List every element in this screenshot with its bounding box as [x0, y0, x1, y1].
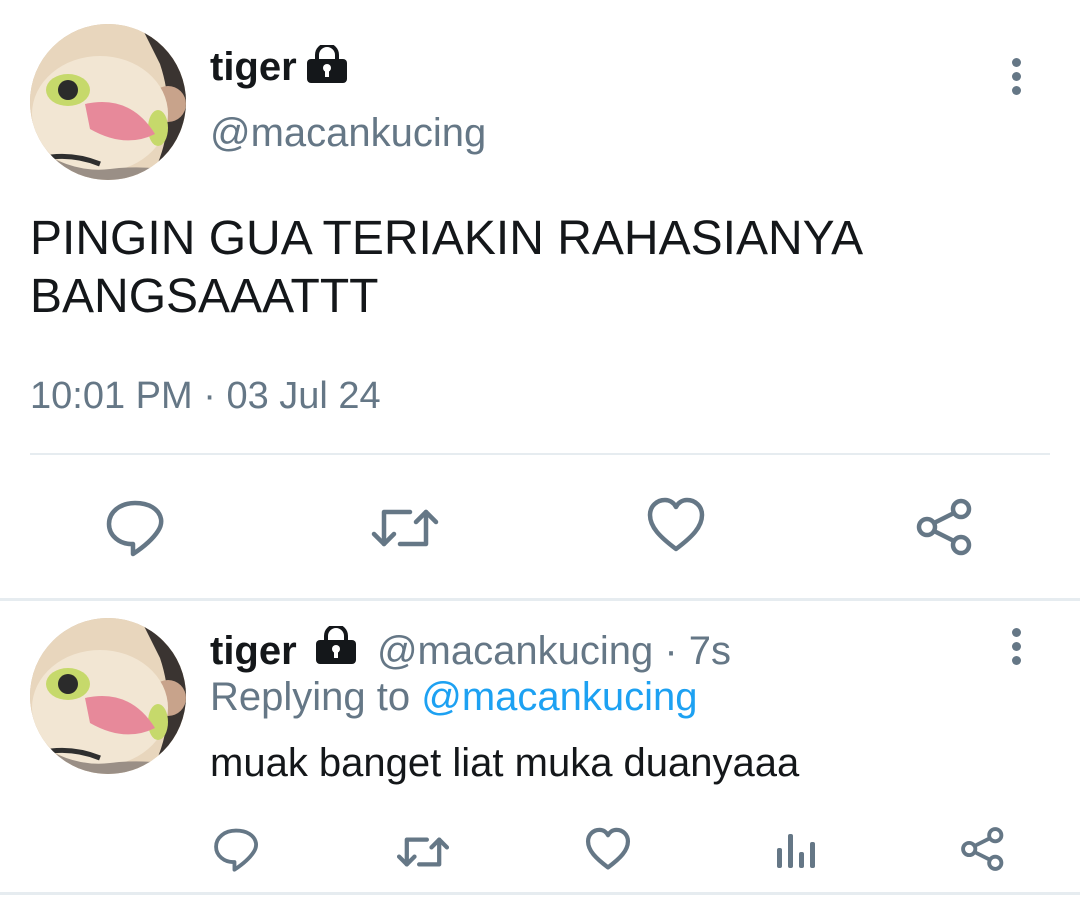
tweet-text-line: BANGSAAATTT [30, 270, 379, 323]
tweet-age: · 7s [664, 629, 732, 673]
handle[interactable]: @macankucing [210, 110, 486, 156]
retweet-icon[interactable] [370, 500, 440, 556]
tweet-time: 10:01 PM [30, 375, 193, 417]
more-options-icon[interactable] [1012, 628, 1021, 670]
tiger-plush-avatar-icon [30, 618, 186, 774]
lock-icon [314, 624, 358, 676]
timestamp-separator: · [203, 375, 216, 417]
avatar[interactable] [30, 24, 186, 180]
replying-prefix: Replying to [210, 675, 411, 719]
reply-text: muak banget liat muka duanyaaa [210, 741, 800, 785]
reply-icon[interactable] [105, 497, 165, 557]
tweet-date: 03 Jul 24 [226, 375, 381, 417]
replying-handle-link[interactable]: @macankucing [421, 675, 697, 719]
handle[interactable]: @macankucing [377, 629, 653, 673]
tweet-timestamp: 10:01 PM · 03 Jul 24 [30, 374, 381, 418]
analytics-icon[interactable] [775, 828, 817, 870]
share-icon[interactable] [915, 497, 975, 557]
tweet-text-line: PINGIN GUA TERIAKIN RAHASIANYA [30, 212, 864, 265]
retweet-icon[interactable] [396, 830, 450, 874]
avatar[interactable] [30, 618, 186, 774]
more-options-icon[interactable] [1012, 58, 1021, 100]
share-icon[interactable] [960, 826, 1006, 872]
section-divider [0, 598, 1080, 601]
lock-icon [305, 43, 349, 90]
divider [30, 453, 1050, 455]
section-divider [0, 892, 1080, 895]
like-icon[interactable] [585, 827, 631, 871]
reply-icon[interactable] [213, 826, 259, 872]
tiger-plush-avatar-icon [30, 24, 186, 180]
replying-to: Replying to @macankucing [210, 674, 698, 720]
display-name[interactable]: tiger [210, 44, 297, 90]
reply-header: tiger @macankucing · 7s [210, 624, 732, 676]
like-icon[interactable] [646, 497, 706, 553]
display-name[interactable]: tiger [210, 629, 297, 673]
tweet-text: PINGIN GUA TERIAKIN RAHASIANYA BANGSAAAT… [30, 210, 863, 326]
